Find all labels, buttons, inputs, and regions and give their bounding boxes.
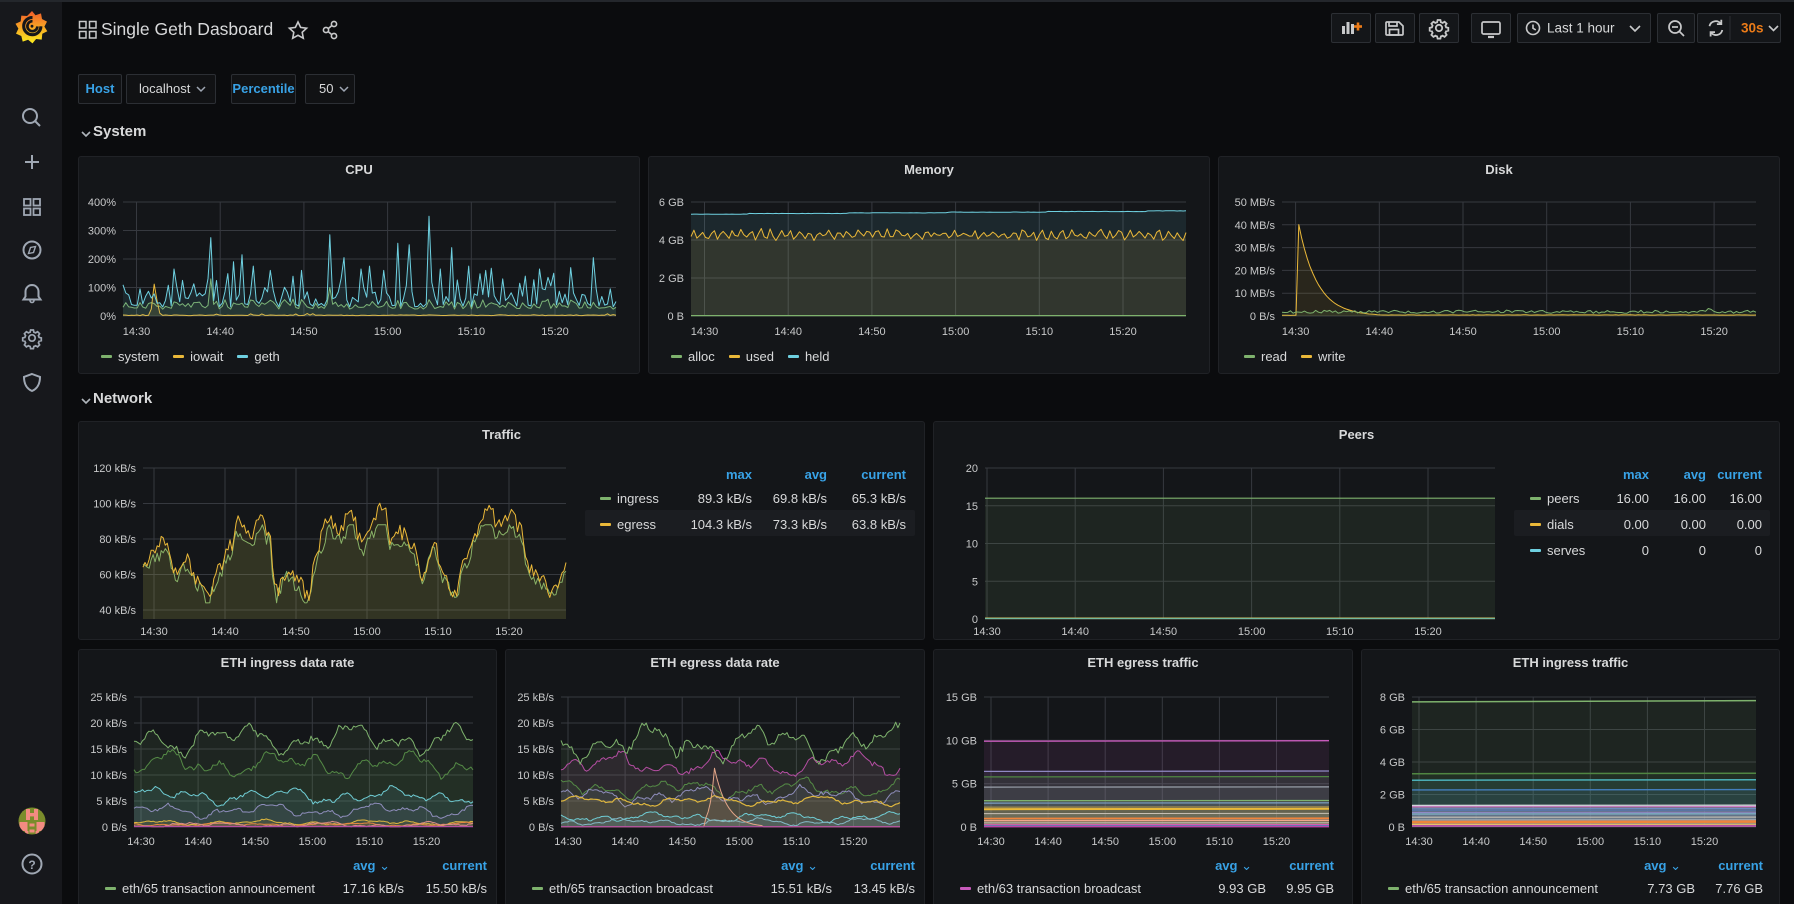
svg-text:14:30: 14:30 xyxy=(691,326,719,338)
svg-text:14:50: 14:50 xyxy=(858,326,886,338)
svg-text:30 MB/s: 30 MB/s xyxy=(1235,243,1276,255)
svg-text:14:40: 14:40 xyxy=(1366,326,1394,338)
svg-text:15:00: 15:00 xyxy=(1533,326,1561,338)
svg-text:50 MB/s: 50 MB/s xyxy=(1235,197,1276,209)
svg-text:14:40: 14:40 xyxy=(774,326,802,338)
svg-text:15:10: 15:10 xyxy=(1026,326,1054,338)
svg-text:6 GB: 6 GB xyxy=(659,197,684,209)
svg-text:15:20: 15:20 xyxy=(541,326,569,338)
svg-text:15:20: 15:20 xyxy=(1109,326,1137,338)
svg-text:15:20: 15:20 xyxy=(1700,326,1728,338)
svg-text:15:00: 15:00 xyxy=(942,326,970,338)
svg-text:2 GB: 2 GB xyxy=(659,273,684,285)
svg-text:0%: 0% xyxy=(100,311,116,323)
svg-text:4 GB: 4 GB xyxy=(659,235,684,247)
svg-text:0 B/s: 0 B/s xyxy=(1250,311,1276,323)
svg-text:14:40: 14:40 xyxy=(206,326,234,338)
svg-text:15:10: 15:10 xyxy=(458,326,486,338)
svg-text:14:30: 14:30 xyxy=(123,326,151,338)
svg-text:14:50: 14:50 xyxy=(290,326,318,338)
svg-text:15:10: 15:10 xyxy=(1617,326,1645,338)
svg-text:?: ? xyxy=(28,858,35,872)
svg-text:100%: 100% xyxy=(88,283,116,295)
svg-text:0 B: 0 B xyxy=(667,311,684,323)
svg-text:20 MB/s: 20 MB/s xyxy=(1235,265,1276,277)
svg-text:400%: 400% xyxy=(88,197,116,209)
svg-text:200%: 200% xyxy=(88,254,116,266)
svg-text:40 MB/s: 40 MB/s xyxy=(1235,220,1276,232)
svg-text:30s: 30s xyxy=(1741,21,1764,36)
svg-text:300%: 300% xyxy=(88,226,116,238)
svg-text:15:00: 15:00 xyxy=(374,326,402,338)
svg-text:14:30: 14:30 xyxy=(1282,326,1310,338)
svg-text:Last 1 hour: Last 1 hour xyxy=(1547,21,1615,36)
svg-text:10 MB/s: 10 MB/s xyxy=(1235,288,1276,300)
svg-text:14:50: 14:50 xyxy=(1449,326,1477,338)
